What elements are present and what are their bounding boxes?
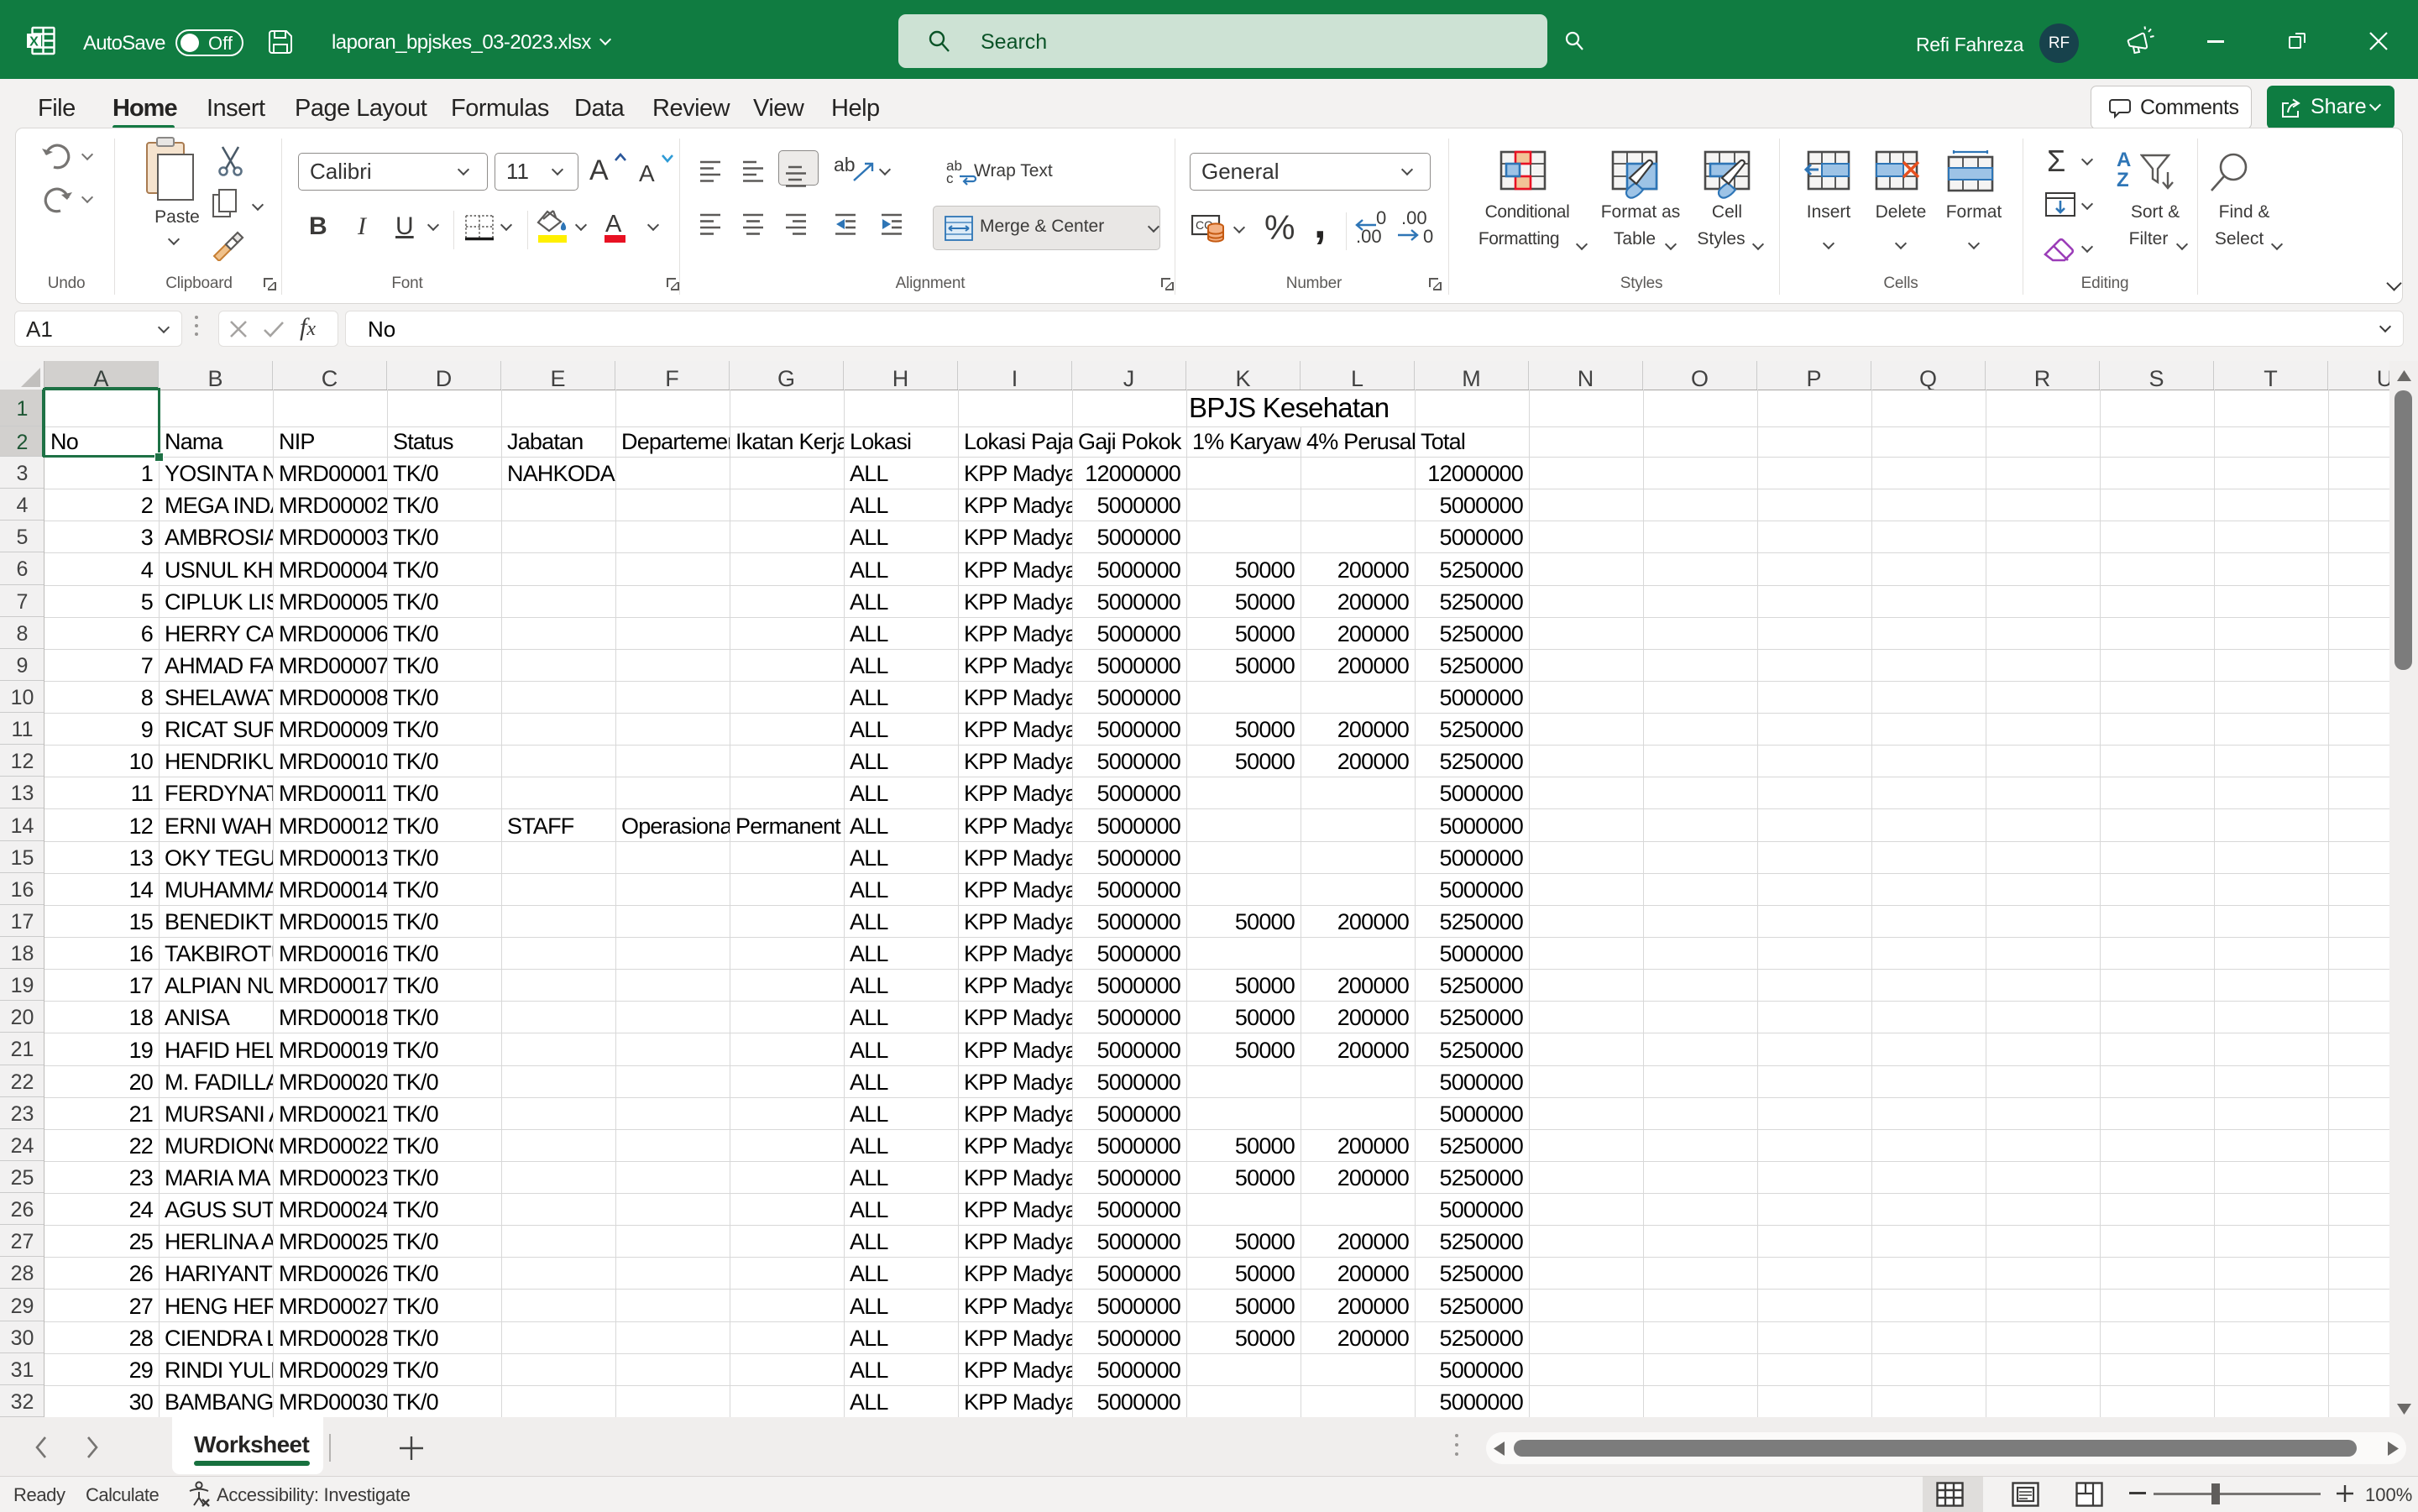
svg-text:X: X (29, 35, 39, 50)
